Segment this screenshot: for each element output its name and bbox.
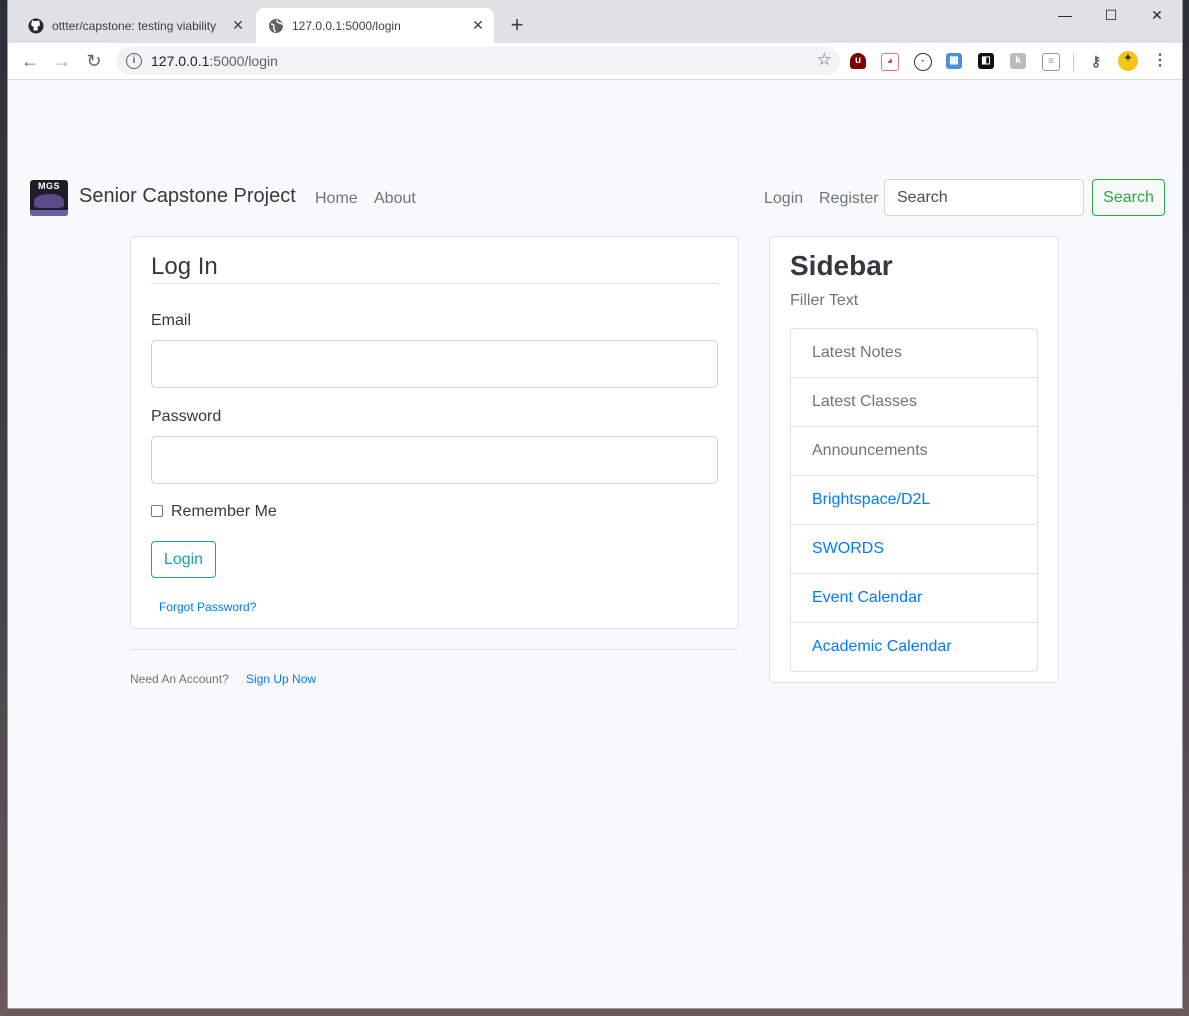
profile-avatar[interactable]: ✦ [1118, 51, 1138, 71]
search-button[interactable]: Search [1092, 179, 1165, 216]
back-icon[interactable]: ← [18, 49, 42, 73]
sidebar-item-event-calendar[interactable]: Event Calendar [791, 573, 1037, 622]
brand-logo-text: MGS [37, 181, 60, 191]
key-icon[interactable]: ⚷ [1088, 53, 1104, 69]
github-icon [28, 18, 44, 33]
footer-divider [130, 649, 739, 650]
sidebar-item-swords[interactable]: SWORDS [791, 524, 1037, 573]
login-title: Log In [151, 253, 218, 280]
ublock-extension-icon[interactable]: u [850, 53, 866, 69]
brand-title[interactable]: Senior Capstone Project [79, 185, 296, 208]
browser-window: ottter/capstone: testing viability ✕ 127… [8, 0, 1182, 1008]
grid-extension-icon[interactable]: ▦ [946, 53, 962, 69]
title-divider [151, 283, 718, 284]
sidebar-item-latest-classes[interactable]: Latest Classes [791, 377, 1037, 426]
forgot-password-link[interactable]: Forgot Password? [159, 600, 256, 614]
url-text[interactable]: 127.0.0.1:5000/login [151, 53, 278, 69]
email-field[interactable] [151, 340, 718, 388]
sidebar-subtitle: Filler Text [790, 292, 859, 309]
remember-me-label[interactable]: Remember Me [171, 503, 277, 521]
password-label: Password [151, 408, 222, 425]
browser-toolbar: ← → ↻ i 127.0.0.1:5000/login ☆ u ◕ · ▦ ◧… [8, 43, 1182, 80]
minimize-button[interactable]: — [1042, 4, 1088, 26]
sidebar-item-brightspace[interactable]: Brightspace/D2L [791, 475, 1037, 524]
email-label: Email [151, 312, 192, 329]
nav-register[interactable]: Register [819, 190, 879, 208]
forward-icon[interactable]: → [50, 49, 74, 73]
site-navbar: MGS Senior Capstone Project Home About L… [8, 160, 1182, 236]
reload-icon[interactable]: ↻ [82, 49, 106, 73]
dark-extension-icon[interactable]: ◧ [978, 53, 994, 69]
cat-extension-icon[interactable]: ◕ [881, 53, 899, 71]
globe-icon [269, 18, 283, 33]
logo-wave [34, 194, 64, 208]
tab-github[interactable]: ottter/capstone: testing viability ✕ [16, 8, 254, 43]
sidebar-list: Latest Notes Latest Classes Announcement… [790, 328, 1038, 672]
search-input[interactable]: Search [884, 179, 1084, 216]
signup-link[interactable]: Sign Up Now [246, 672, 316, 686]
new-tab-button[interactable]: + [506, 12, 528, 38]
sidebar-card: Sidebar Filler Text Latest Notes Latest … [769, 236, 1059, 683]
url-host: 127.0.0.1 [151, 53, 210, 69]
login-button[interactable]: Login [151, 541, 216, 578]
toolbar-divider [1073, 53, 1074, 71]
info-icon[interactable]: i [126, 53, 142, 69]
close-window-button[interactable]: ✕ [1134, 4, 1180, 26]
maximize-button[interactable]: ☐ [1088, 4, 1134, 26]
tab-login[interactable]: 127.0.0.1:5000/login ✕ [256, 8, 494, 43]
bookmark-star-icon[interactable]: ☆ [817, 50, 832, 70]
address-bar[interactable]: i 127.0.0.1:5000/login ☆ [116, 47, 840, 75]
tab-title: 127.0.0.1:5000/login [292, 18, 401, 33]
url-path: :5000/login [209, 53, 278, 69]
tab-title: ottter/capstone: testing viability [52, 18, 217, 33]
nav-about[interactable]: About [374, 190, 416, 208]
document-extension-icon[interactable]: ≡ [1042, 53, 1060, 71]
password-field[interactable] [151, 436, 718, 484]
logo-band [30, 210, 68, 216]
menu-kebab-icon[interactable]: ⋮ [1152, 53, 1168, 69]
remember-me-checkbox[interactable] [151, 505, 163, 517]
brand-logo[interactable]: MGS [30, 180, 68, 216]
need-account-text: Need An Account? [130, 672, 229, 686]
dev-extension-icon[interactable]: · [914, 53, 932, 71]
close-tab-icon[interactable]: ✕ [468, 17, 488, 34]
tab-strip: ottter/capstone: testing viability ✕ 127… [8, 0, 1182, 43]
close-tab-icon[interactable]: ✕ [228, 17, 248, 34]
sidebar-item-announcements[interactable]: Announcements [791, 426, 1037, 475]
sidebar-item-latest-notes[interactable]: Latest Notes [791, 329, 1037, 377]
nav-home[interactable]: Home [315, 190, 358, 208]
login-card: Log In Email Password Remember Me Login … [130, 236, 739, 629]
gray-extension-icon[interactable]: k [1010, 53, 1026, 69]
nav-login[interactable]: Login [764, 190, 803, 208]
sidebar-title: Sidebar [790, 250, 893, 281]
sidebar-item-academic-calendar[interactable]: Academic Calendar [791, 622, 1037, 671]
